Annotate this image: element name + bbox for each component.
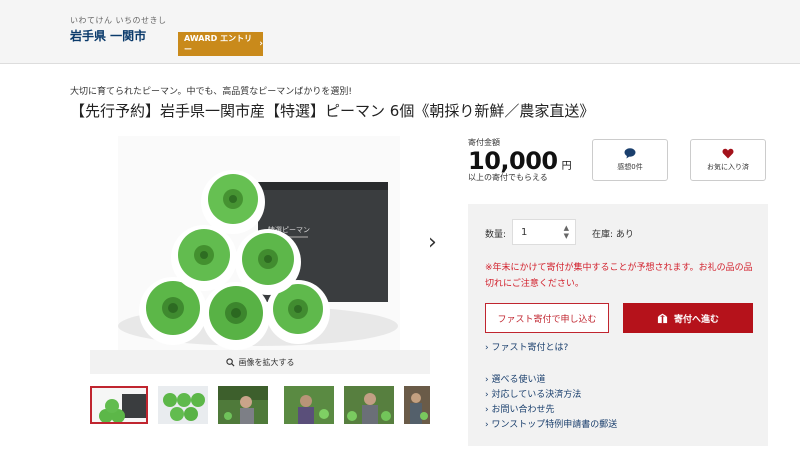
chevron-right-icon: › [259,39,263,49]
price-amount: 10,000 [468,147,558,175]
speech-bubble-icon [624,148,636,159]
quantity-select[interactable]: 1 ▲ ▼ [512,219,576,245]
municipality-kana: いわてけん いちのせきし [70,16,167,25]
search-icon [225,357,235,367]
product-title: 【先行予約】岩手県一関市産【特選】ピーマン 6個《朝採り新鮮／農家直送》 [70,102,595,120]
fast-donation-button[interactable]: ファスト寄付で申し込む [485,303,609,333]
proceed-donation-label: 寄付へ進む [673,314,719,325]
price-unit: 円 [561,161,572,172]
payment-methods-link[interactable]: › 対応している決済方法 [485,387,581,400]
main-product-image[interactable]: 特選ピーマン [118,136,400,350]
stock-status: 在庫: あり [592,230,634,240]
thumbnail-2[interactable] [158,386,216,424]
proceed-donation-button[interactable]: 寄付へ進む [623,303,753,333]
quantity-value: 1 [521,226,528,238]
next-image-arrow[interactable]: › [428,230,437,255]
municipality-name: 岩手県 一関市 [70,29,147,43]
zoom-image-button[interactable]: 画像を拡大する [90,350,430,374]
award-entry-button[interactable]: AWARD エントリー › [178,32,263,56]
thumbnail-5[interactable] [344,386,402,424]
quantity-label: 数量: [485,230,507,240]
zoom-image-label: 画像を拡大する [238,357,295,367]
price-subtext: 以上の寄付でもらえる [468,173,548,182]
price-amount-block: 10,000 円 [468,147,572,175]
favorite-button[interactable]: お気に入り済 [690,139,766,181]
shipping-notice: ※年末にかけて寄付が集中することが予想されます。お礼の品の品切れにご注意ください… [485,263,753,289]
usage-options-link[interactable]: › 選べる使い道 [485,372,545,385]
product-gallery: 特選ピーマン [90,136,430,350]
municipality-header: いわてけん いちのせきし 岩手県 一関市 AWARD エントリー › [0,0,800,64]
heart-icon [722,148,734,159]
thumbnail-3[interactable] [218,386,276,424]
reviews-label: 感想0件 [617,163,643,171]
thumbnail-strip [90,386,430,424]
product-catchphrase: 大切に育てられたピーマン。中でも、高品質なピーマンばかりを選別! [70,87,352,97]
award-entry-label: AWARD エントリー [184,34,253,54]
gift-icon [657,313,668,323]
municipality-block[interactable]: いわてけん いちのせきし 岩手県 一関市 [70,15,167,44]
fast-donation-label: ファスト寄付で申し込む [497,314,597,325]
thumbnail-1[interactable] [90,386,148,424]
favorite-label: お気に入り済 [707,163,749,171]
one-stop-form-link[interactable]: › ワンストップ特例申請書の郵送 [485,417,617,430]
thumbnail-4[interactable] [284,386,342,424]
contact-link[interactable]: › お問い合わせ先 [485,402,554,415]
fast-donation-info-link[interactable]: › ファスト寄付とは? [485,340,568,353]
reviews-button[interactable]: 感想0件 [592,139,668,181]
stepper-arrows-icon: ▲ ▼ [563,224,569,240]
thumbnail-6[interactable] [404,386,430,424]
